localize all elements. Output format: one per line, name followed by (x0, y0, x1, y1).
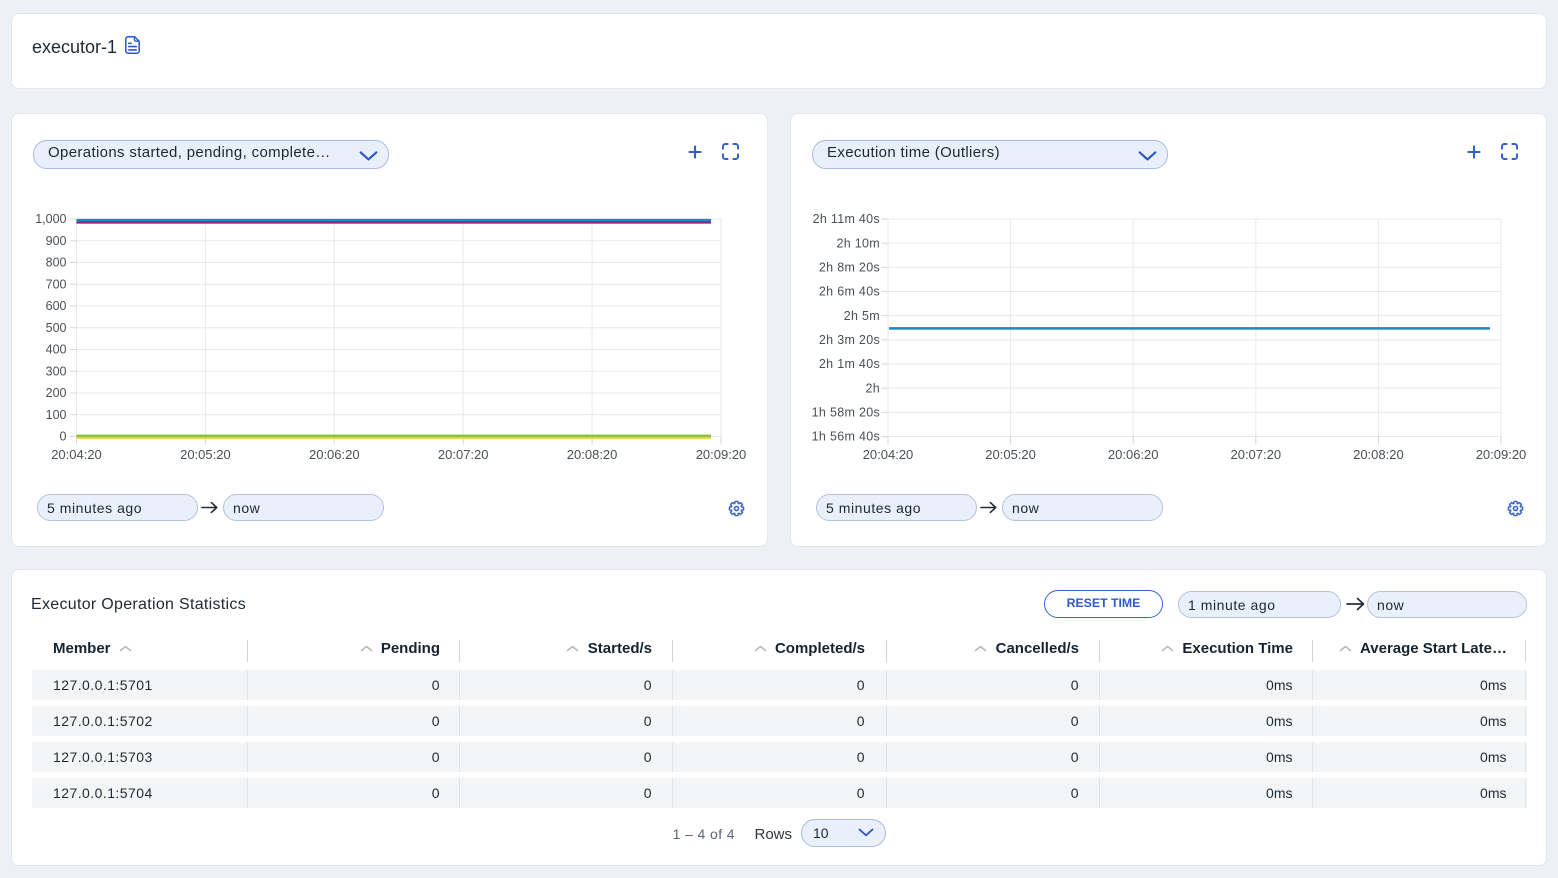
svg-text:900: 900 (46, 234, 67, 248)
svg-text:20:09:20: 20:09:20 (1476, 447, 1527, 462)
svg-text:500: 500 (46, 321, 67, 335)
svg-text:300: 300 (46, 364, 67, 378)
svg-text:0: 0 (60, 430, 67, 444)
svg-text:2h 6m 40s: 2h 6m 40s (819, 285, 880, 299)
svg-text:2h 11m 40s: 2h 11m 40s (813, 212, 880, 226)
svg-text:1h 56m 40s: 1h 56m 40s (812, 430, 880, 444)
svg-text:20:06:20: 20:06:20 (1108, 447, 1159, 462)
svg-text:400: 400 (46, 343, 67, 357)
svg-text:2h 1m 40s: 2h 1m 40s (819, 357, 880, 371)
svg-text:20:09:20: 20:09:20 (696, 447, 747, 462)
svg-text:20:08:20: 20:08:20 (567, 447, 618, 462)
svg-text:20:04:20: 20:04:20 (51, 447, 102, 462)
svg-text:1,000: 1,000 (35, 212, 66, 226)
svg-text:20:08:20: 20:08:20 (1353, 447, 1404, 462)
svg-text:1h 58m 20s: 1h 58m 20s (812, 406, 880, 420)
svg-text:100: 100 (46, 408, 67, 422)
svg-text:20:05:20: 20:05:20 (180, 447, 231, 462)
svg-text:20:05:20: 20:05:20 (985, 447, 1036, 462)
svg-text:2h 8m 20s: 2h 8m 20s (819, 261, 880, 275)
svg-text:700: 700 (46, 277, 67, 291)
svg-text:2h 5m: 2h 5m (844, 309, 880, 323)
svg-text:20:04:20: 20:04:20 (863, 447, 914, 462)
svg-text:200: 200 (46, 386, 67, 400)
svg-text:2h: 2h (865, 381, 880, 395)
svg-text:800: 800 (46, 256, 67, 270)
svg-text:2h 10m: 2h 10m (837, 236, 881, 250)
svg-text:20:06:20: 20:06:20 (309, 447, 360, 462)
svg-text:2h 3m 20s: 2h 3m 20s (819, 333, 880, 347)
svg-text:600: 600 (46, 299, 67, 313)
svg-text:20:07:20: 20:07:20 (438, 447, 489, 462)
svg-text:20:07:20: 20:07:20 (1230, 447, 1281, 462)
